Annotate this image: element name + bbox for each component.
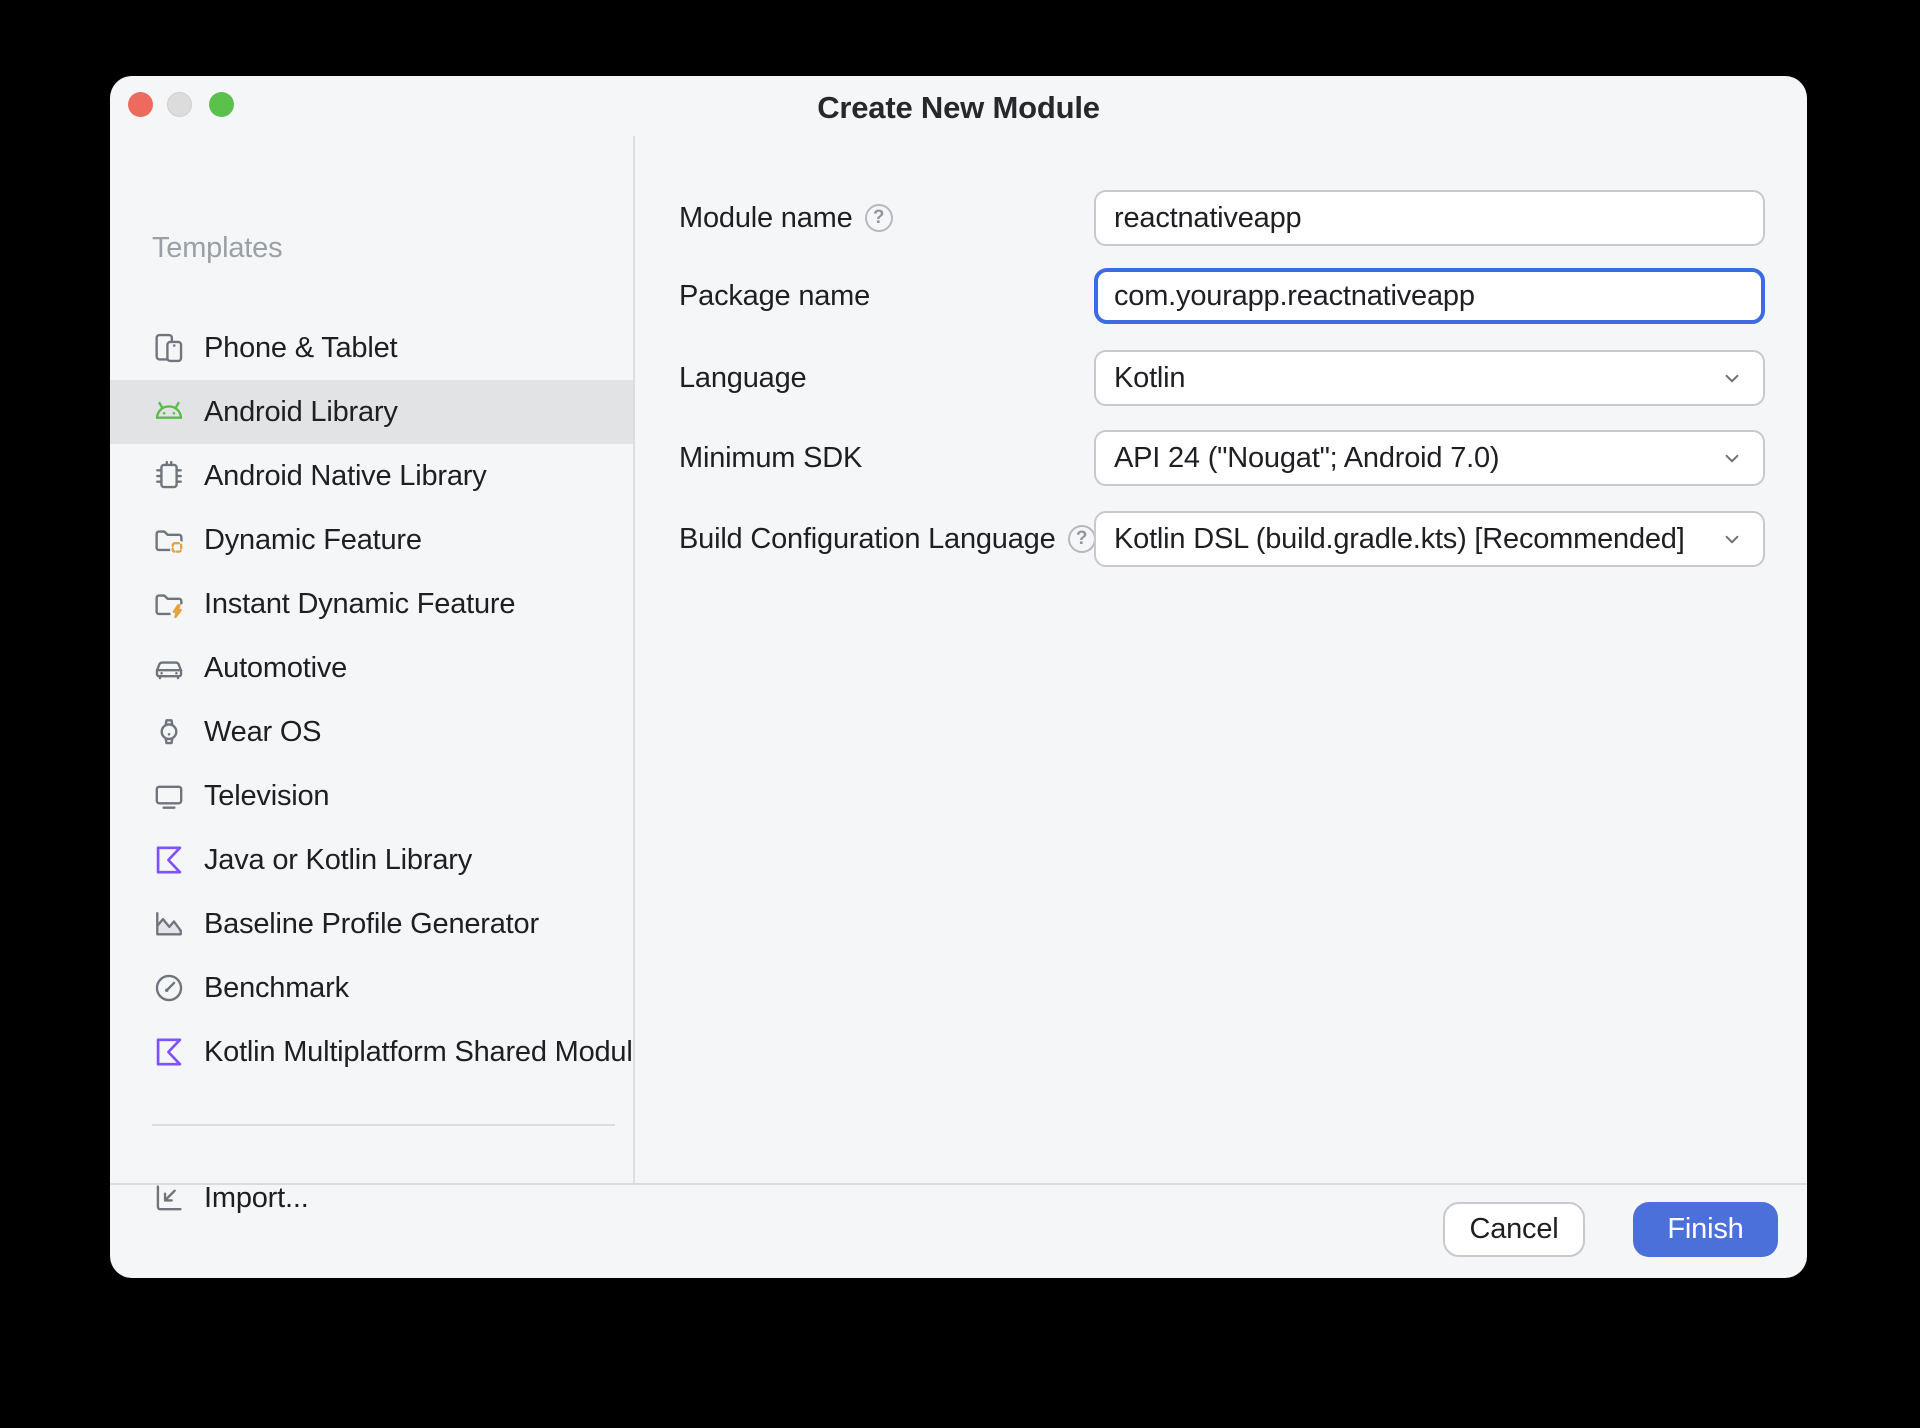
kotlin-icon — [150, 1033, 188, 1071]
finish-button[interactable]: Finish — [1633, 1202, 1778, 1257]
language-value: Kotlin — [1114, 362, 1711, 395]
sidebar-item-label: Benchmark — [204, 972, 349, 1005]
sidebar-item-benchmark[interactable]: Benchmark — [110, 956, 633, 1020]
build-configuration-language-select[interactable]: Kotlin DSL (build.gradle.kts) [Recommend… — [1094, 511, 1765, 567]
sidebar-item-label: Java or Kotlin Library — [204, 844, 472, 877]
sidebar-item-label: Dynamic Feature — [204, 524, 422, 557]
sidebar-item-wear-os[interactable]: Wear OS — [110, 700, 633, 764]
module-name-input[interactable]: reactnativeapp — [1094, 190, 1765, 246]
sidebar-item-label: Phone & Tablet — [204, 332, 397, 365]
form-row-package-name: Package name com.yourapp.reactnativeapp — [679, 268, 1765, 324]
car-icon — [150, 649, 188, 687]
minimum-sdk-value: API 24 ("Nougat"; Android 7.0) — [1114, 442, 1711, 475]
import-label: Import... — [204, 1182, 309, 1215]
footer-divider — [110, 1183, 1807, 1185]
sidebar-item-label: Television — [204, 780, 329, 813]
build-configuration-language-value: Kotlin DSL (build.gradle.kts) [Recommend… — [1114, 523, 1711, 556]
sidebar-item-television[interactable]: Television — [110, 764, 633, 828]
create-new-module-dialog: Create New Module Templates Phone & Tabl… — [110, 76, 1807, 1278]
sidebar-item-label: Baseline Profile Generator — [204, 908, 539, 941]
templates-header: Templates — [152, 232, 282, 265]
watch-icon — [150, 713, 188, 751]
tv-icon — [150, 777, 188, 815]
form-row-minimum-sdk: Minimum SDK API 24 ("Nougat"; Android 7.0… — [679, 430, 1765, 486]
help-icon[interactable]: ? — [865, 204, 893, 232]
field-label: Minimum SDK — [679, 442, 862, 475]
import-button[interactable]: Import... — [110, 1166, 633, 1230]
form-row-build-configuration-language: Build Configuration Language? Kotlin DSL … — [679, 511, 1765, 567]
sidebar-item-label: Android Native Library — [204, 460, 487, 493]
folder-instant-icon — [150, 585, 188, 623]
sidebar-item-kotlin-multiplatform-shared-module[interactable]: Kotlin Multiplatform Shared Module — [110, 1020, 633, 1084]
sidebar-item-android-library[interactable]: Android Library — [110, 380, 633, 444]
phone-tablet-icon — [150, 329, 188, 367]
package-name-input[interactable]: com.yourapp.reactnativeapp — [1094, 268, 1765, 324]
field-label: Module name — [679, 202, 853, 235]
sidebar-item-java-or-kotlin-library[interactable]: Java or Kotlin Library — [110, 828, 633, 892]
language-select[interactable]: Kotlin — [1094, 350, 1765, 406]
minimum-sdk-select[interactable]: API 24 ("Nougat"; Android 7.0) — [1094, 430, 1765, 486]
field-label: Build Configuration Language — [679, 523, 1056, 556]
chevron-down-icon — [1719, 445, 1745, 471]
kotlin-icon — [150, 841, 188, 879]
chart-icon — [150, 905, 188, 943]
package-name-value: com.yourapp.reactnativeapp — [1114, 280, 1745, 313]
template-list: Phone & Tablet Android Library Android Nat… — [110, 316, 633, 1084]
sidebar-item-label: Android Library — [204, 396, 398, 429]
chevron-down-icon — [1719, 526, 1745, 552]
cancel-button[interactable]: Cancel — [1443, 1202, 1585, 1257]
sidebar-item-instant-dynamic-feature[interactable]: Instant Dynamic Feature — [110, 572, 633, 636]
module-form: Module name? reactnativeapp Package name co… — [633, 136, 1807, 1183]
android-icon — [150, 393, 188, 431]
title-bar: Create New Module — [110, 76, 1807, 136]
sidebar-item-phone-tablet[interactable]: Phone & Tablet — [110, 316, 633, 380]
form-row-module-name: Module name? reactnativeapp — [679, 190, 1765, 246]
form-row-language: Language Kotlin — [679, 350, 1765, 406]
sidebar-item-automotive[interactable]: Automotive — [110, 636, 633, 700]
sidebar-item-label: Instant Dynamic Feature — [204, 588, 515, 621]
chip-icon — [150, 457, 188, 495]
field-label: Package name — [679, 280, 870, 313]
chevron-down-icon — [1719, 365, 1745, 391]
sidebar-item-dynamic-feature[interactable]: Dynamic Feature — [110, 508, 633, 572]
sidebar-item-label: Wear OS — [204, 716, 321, 749]
sidebar-item-label: Automotive — [204, 652, 347, 685]
dialog-title: Create New Module — [110, 76, 1807, 136]
help-icon[interactable]: ? — [1068, 525, 1096, 553]
speedometer-icon — [150, 969, 188, 1007]
module-name-value: reactnativeapp — [1114, 202, 1745, 235]
sidebar-divider — [152, 1124, 615, 1126]
sidebar-item-label: Kotlin Multiplatform Shared Module — [204, 1036, 633, 1069]
field-label: Language — [679, 362, 806, 395]
sidebar-item-baseline-profile-generator[interactable]: Baseline Profile Generator — [110, 892, 633, 956]
templates-sidebar: Templates Phone & Tablet Android Library A… — [110, 136, 635, 1183]
sidebar-item-android-native-library[interactable]: Android Native Library — [110, 444, 633, 508]
folder-dynamic-icon — [150, 521, 188, 559]
